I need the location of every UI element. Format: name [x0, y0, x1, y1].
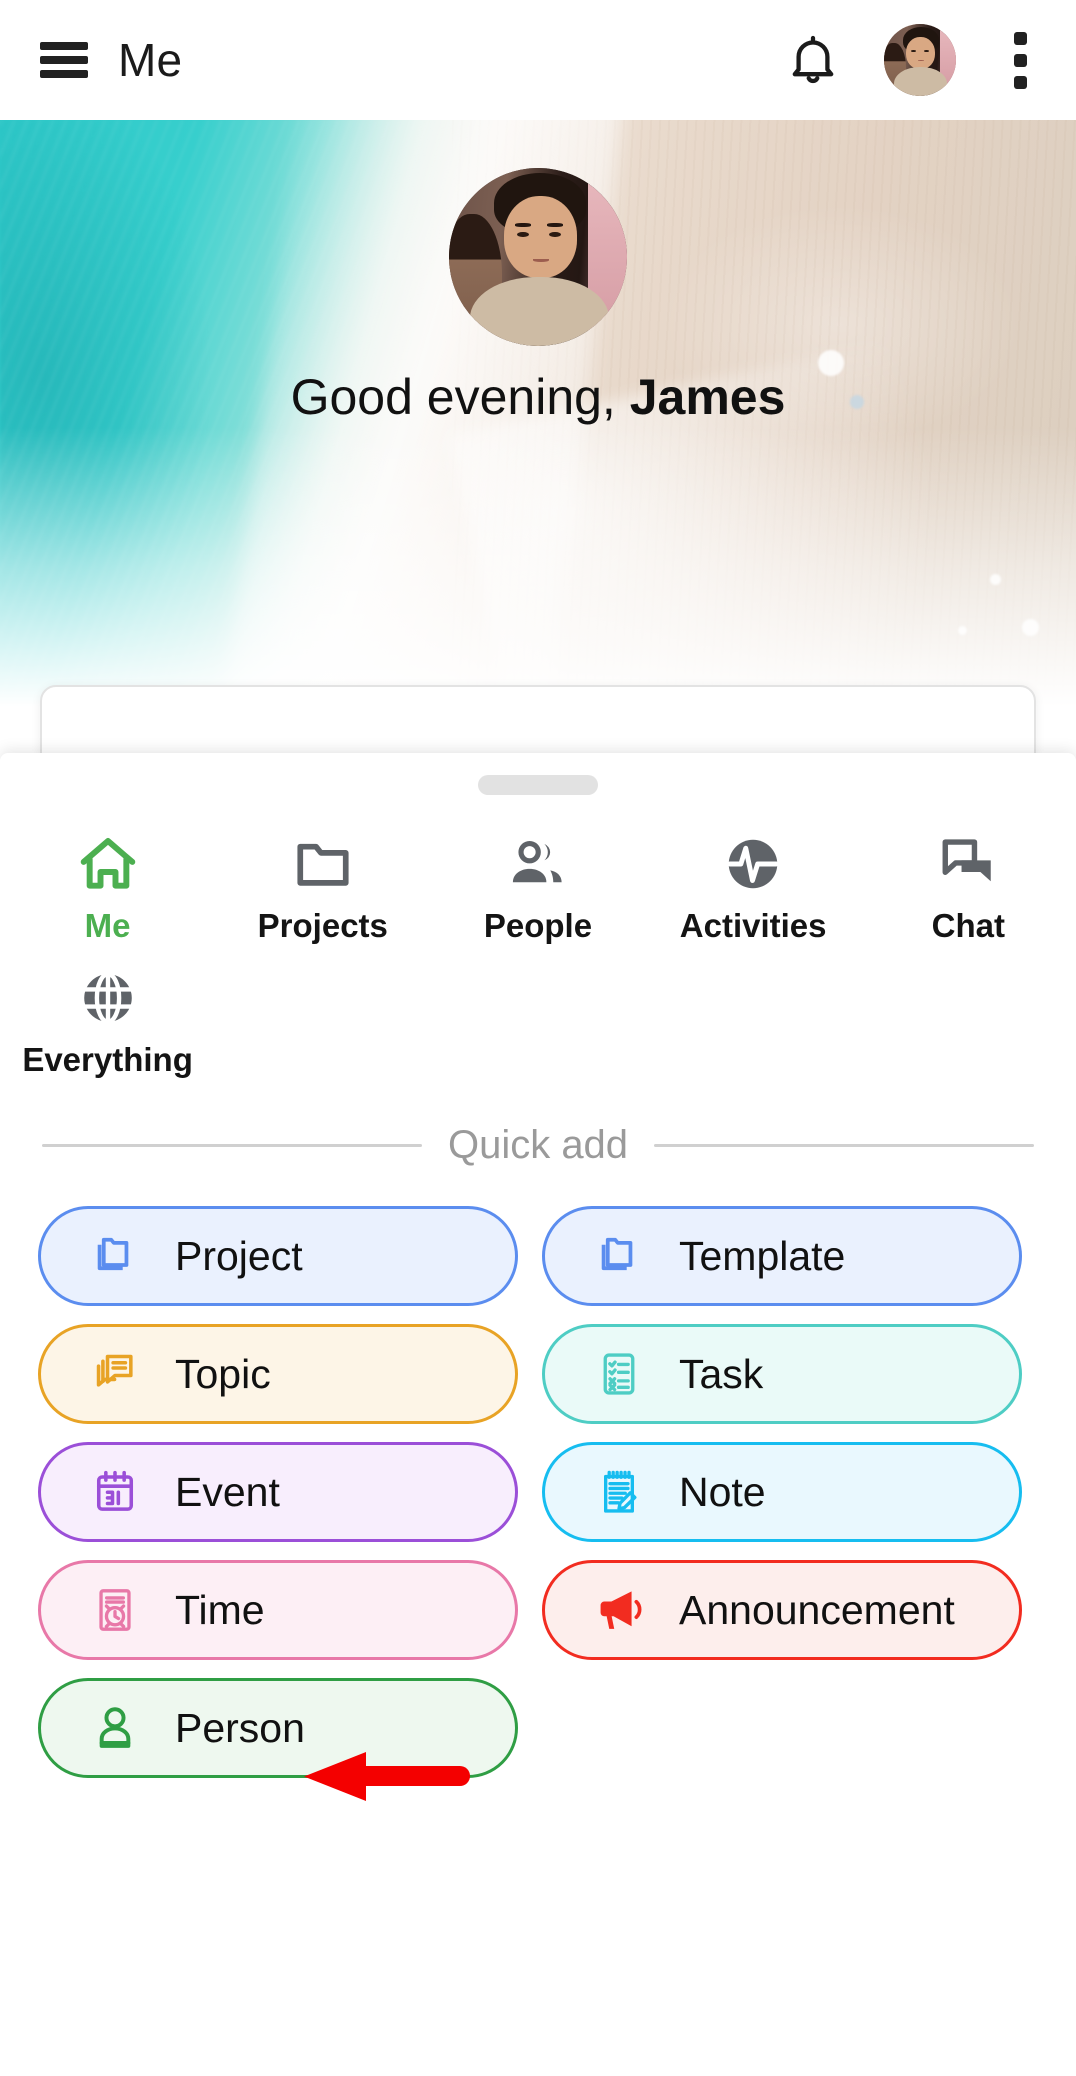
quick-add-chip-grid: Project Template	[0, 1206, 1076, 1778]
chip-label: Task	[679, 1351, 763, 1398]
quick-add-chip-note[interactable]: Note	[542, 1442, 1022, 1542]
chip-label: Template	[679, 1233, 845, 1280]
nav-item-chat[interactable]: Chat	[861, 821, 1076, 955]
divider-line-left	[42, 1144, 422, 1147]
home-icon	[77, 827, 139, 901]
nav-item-activities[interactable]: Activities	[646, 821, 861, 955]
quick-add-chip-topic[interactable]: Topic	[38, 1324, 518, 1424]
nav-label-everything: Everything	[22, 1041, 193, 1079]
chip-label: Note	[679, 1469, 766, 1516]
time-clock-doc-icon	[89, 1584, 141, 1636]
quick-add-chip-time[interactable]: Time	[38, 1560, 518, 1660]
chip-label: Topic	[175, 1351, 271, 1398]
quick-add-chip-person[interactable]: Person	[38, 1678, 518, 1778]
megaphone-icon	[593, 1584, 645, 1636]
app-header: Me	[0, 0, 1076, 120]
folder-copy-icon	[89, 1230, 141, 1282]
quick-add-title: Quick add	[448, 1123, 628, 1168]
nav-label-people: People	[484, 907, 592, 945]
profile-avatar-large[interactable]	[449, 168, 627, 346]
calendar-icon	[89, 1466, 141, 1518]
chip-label: Announcement	[679, 1587, 955, 1634]
chip-label: Time	[175, 1587, 265, 1634]
folder-copy-icon	[593, 1230, 645, 1282]
greeting-text: Good evening, James	[0, 368, 1076, 426]
nav-label-chat: Chat	[932, 907, 1005, 945]
person-icon	[89, 1702, 141, 1754]
hamburger-menu-icon[interactable]	[40, 42, 88, 78]
nav-label-activities: Activities	[680, 907, 827, 945]
kebab-menu-icon[interactable]	[992, 29, 1048, 91]
chip-label: Person	[175, 1705, 305, 1752]
nav-grid: Me Projects	[0, 795, 1076, 1089]
chip-label: Project	[175, 1233, 303, 1280]
greeting-prefix: Good evening,	[291, 369, 630, 425]
nav-label-me: Me	[85, 907, 131, 945]
quick-add-chip-event[interactable]: Event	[38, 1442, 518, 1542]
nav-item-projects[interactable]: Projects	[215, 821, 430, 955]
chip-label: Event	[175, 1469, 280, 1516]
nav-item-people[interactable]: People	[430, 821, 645, 955]
quick-add-chip-template[interactable]: Template	[542, 1206, 1022, 1306]
globe-icon	[77, 961, 139, 1035]
quick-add-chip-project[interactable]: Project	[38, 1206, 518, 1306]
discussion-icon	[89, 1348, 141, 1400]
notepad-pencil-icon	[593, 1466, 645, 1518]
quick-add-chip-announcement[interactable]: Announcement	[542, 1560, 1022, 1660]
divider-line-right	[654, 1144, 1034, 1147]
hero-banner: Good evening, James Jump to a project	[0, 120, 1076, 760]
activity-pulse-icon	[722, 827, 784, 901]
nav-item-me[interactable]: Me	[0, 821, 215, 955]
jump-to-project-search[interactable]: Jump to a project	[40, 685, 1036, 760]
greeting-user-name: James	[630, 369, 786, 425]
quick-add-divider: Quick add	[42, 1123, 1034, 1168]
notification-bell-icon[interactable]	[782, 29, 844, 91]
bottom-sheet: Me Projects	[0, 753, 1076, 2076]
page-title: Me	[118, 33, 182, 87]
nav-item-everything[interactable]: Everything	[0, 955, 215, 1089]
quick-add-chip-task[interactable]: Task	[542, 1324, 1022, 1424]
profile-photo	[449, 168, 627, 346]
avatar-photo	[884, 24, 956, 96]
people-icon	[506, 827, 570, 901]
user-avatar[interactable]	[884, 24, 956, 96]
drag-handle[interactable]	[478, 775, 598, 795]
checklist-icon	[593, 1348, 645, 1400]
chat-bubbles-icon	[937, 827, 999, 901]
folder-icon	[292, 827, 354, 901]
nav-label-projects: Projects	[258, 907, 388, 945]
